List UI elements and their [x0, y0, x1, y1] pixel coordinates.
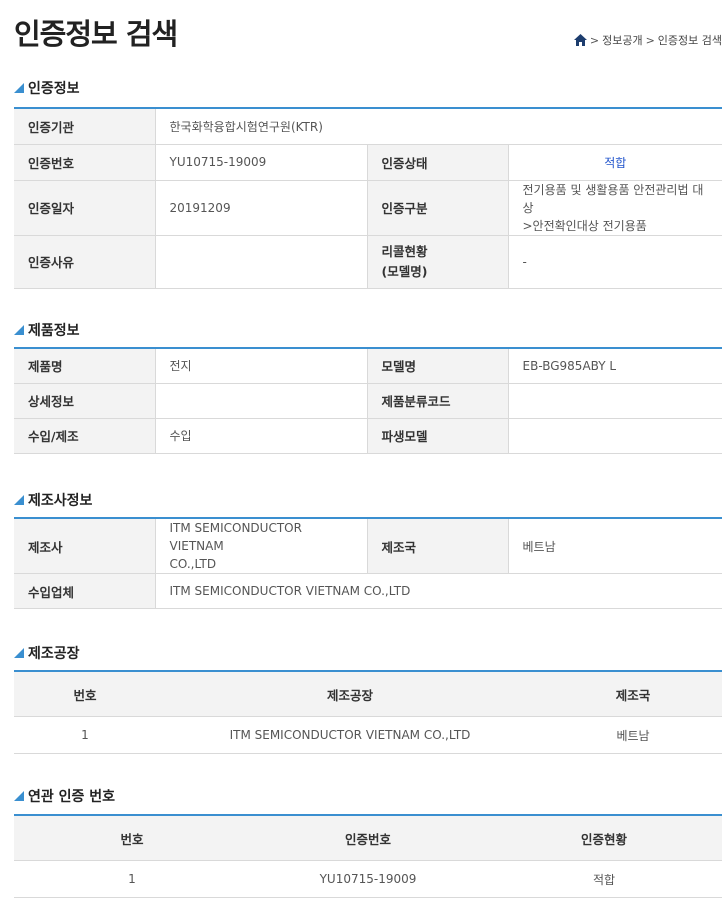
recall-label-line-2: (모델명): [381, 263, 428, 279]
recall-label-line-1: 리콜현황: [381, 243, 428, 259]
product-info-section: 제품정보 제품명 전지 모델명 EB-BG985ABY L 상세정보 제품분류코…: [14, 320, 722, 454]
factory-table: 번호 제조공장 제조국 1 ITM SEMICONDUCTOR VIETNAM …: [14, 670, 722, 754]
product-info-title: 제품정보: [28, 323, 80, 339]
detail-info-value: [154, 382, 368, 419]
table-row: 1 ITM SEMICONDUCTOR VIETNAM CO.,LTD 베트남: [14, 716, 722, 754]
section-title: 제품정보: [14, 320, 722, 340]
class-code-label: 제품분류코드: [366, 382, 509, 419]
section-title: 제조사정보: [14, 490, 722, 510]
row-factory: ITM SEMICONDUCTOR VIETNAM CO.,LTD: [156, 716, 544, 754]
section-marker-icon: [14, 791, 24, 801]
product-name-label: 제품명: [14, 347, 156, 384]
cert-status-label: 인증상태: [366, 143, 509, 181]
breadcrumb: > 정보공개 > 인증정보 검색: [573, 32, 722, 48]
row-country: 베트남: [544, 716, 722, 754]
agency-value: 한국화학융합시험연구원(KTR): [154, 107, 722, 145]
section-marker-icon: [14, 495, 24, 505]
cert-reason-label: 인증사유: [14, 234, 156, 289]
related-cert-title: 연관 인증 번호: [28, 789, 116, 805]
cert-date-value: 20191209: [154, 179, 368, 236]
row-no: 1: [14, 716, 156, 754]
manufacturer-label: 제조사: [14, 517, 156, 574]
cert-info-table: 인증기관 한국화학융합시험연구원(KTR) 인증번호 YU10715-19009…: [14, 107, 722, 289]
column-header-no: 번호: [14, 671, 156, 717]
section-marker-icon: [14, 325, 24, 335]
section-marker-icon: [14, 83, 24, 93]
product-info-table: 제품명 전지 모델명 EB-BG985ABY L 상세정보 제품분류코드 수입/…: [14, 347, 722, 454]
column-header-no: 번호: [14, 815, 250, 861]
section-marker-icon: [14, 648, 24, 658]
manufacturer-line-1: ITM SEMICONDUCTOR VIETNAM: [169, 521, 302, 553]
column-header-factory: 제조공장: [156, 671, 544, 717]
column-header-cert-number: 인증번호: [250, 815, 486, 861]
column-header-country: 제조국: [544, 671, 722, 717]
country-label: 제조국: [366, 517, 509, 574]
agency-label: 인증기관: [14, 107, 156, 145]
cert-number-label: 인증번호: [14, 143, 156, 181]
section-title: 제조공장: [14, 643, 722, 663]
model-name-label: 모델명: [366, 347, 509, 384]
manufacturer-value: ITM SEMICONDUCTOR VIETNAM CO.,LTD: [154, 517, 368, 574]
derived-model-label: 파생모델: [366, 417, 509, 454]
breadcrumb-item-info-disclosure[interactable]: 정보공개: [602, 32, 642, 48]
row-no: 1: [14, 860, 250, 898]
cert-info-section: 인증정보 인증기관 한국화학융합시험연구원(KTR) 인증번호 YU10715-…: [14, 78, 722, 289]
class-code-value: [507, 382, 722, 419]
manufacturer-info-section: 제조사정보 제조사 ITM SEMICONDUCTOR VIETNAM CO.,…: [14, 490, 722, 609]
manufacturer-info-table: 제조사 ITM SEMICONDUCTOR VIETNAM CO.,LTD 제조…: [14, 517, 722, 609]
import-manufacture-value: 수입: [154, 417, 368, 454]
row-cert-status: 적합: [486, 860, 722, 898]
cert-category-line-2: >안전확인대상 전기용품: [522, 218, 647, 233]
page-title: 인증정보 검색: [14, 17, 178, 51]
import-manufacture-label: 수입/제조: [14, 417, 156, 454]
cert-category-line-1: 전기용품 및 생활용품 안전관리법 대상: [522, 182, 704, 215]
factory-title: 제조공장: [28, 646, 80, 662]
cert-date-label: 인증일자: [14, 179, 156, 236]
cert-status-value: 적합: [507, 143, 722, 181]
recall-value: -: [507, 234, 722, 289]
column-header-cert-status: 인증현황: [486, 815, 722, 861]
model-name-value: EB-BG985ABY L: [507, 347, 722, 384]
cert-reason-value: [154, 234, 368, 289]
cert-category-label: 인증구분: [366, 179, 509, 236]
detail-info-label: 상세정보: [14, 382, 156, 419]
cert-info-title: 인증정보: [28, 81, 80, 97]
cert-category-value: 전기용품 및 생활용품 안전관리법 대상 >안전확인대상 전기용품: [507, 179, 722, 236]
related-cert-table: 번호 인증번호 인증현황 1 YU10715-19009 적합: [14, 814, 722, 898]
row-cert-number[interactable]: YU10715-19009: [250, 860, 486, 898]
home-icon[interactable]: [573, 34, 587, 46]
breadcrumb-separator: >: [589, 33, 600, 47]
product-name-value: 전지: [154, 347, 368, 384]
factory-section: 제조공장 번호 제조공장 제조국 1 ITM SEMICONDUCTOR VIE…: [14, 643, 722, 754]
table-row: 1 YU10715-19009 적합: [14, 860, 722, 898]
breadcrumb-item-cert-search[interactable]: 인증정보 검색: [658, 32, 722, 48]
section-title: 인증정보: [14, 78, 722, 98]
manufacturer-line-2: CO.,LTD: [169, 557, 217, 571]
recall-label: 리콜현황 (모델명): [366, 234, 509, 289]
cert-number-value: YU10715-19009: [154, 143, 368, 181]
country-value: 베트남: [507, 517, 722, 574]
importer-label: 수입업체: [14, 573, 156, 609]
importer-value: ITM SEMICONDUCTOR VIETNAM CO.,LTD: [154, 573, 722, 609]
manufacturer-info-title: 제조사정보: [28, 493, 93, 509]
section-title: 연관 인증 번호: [14, 786, 722, 806]
breadcrumb-separator: >: [645, 33, 655, 47]
derived-model-value: [507, 417, 722, 454]
related-cert-section: 연관 인증 번호 번호 인증번호 인증현황 1 YU10715-19009 적합: [14, 786, 722, 898]
